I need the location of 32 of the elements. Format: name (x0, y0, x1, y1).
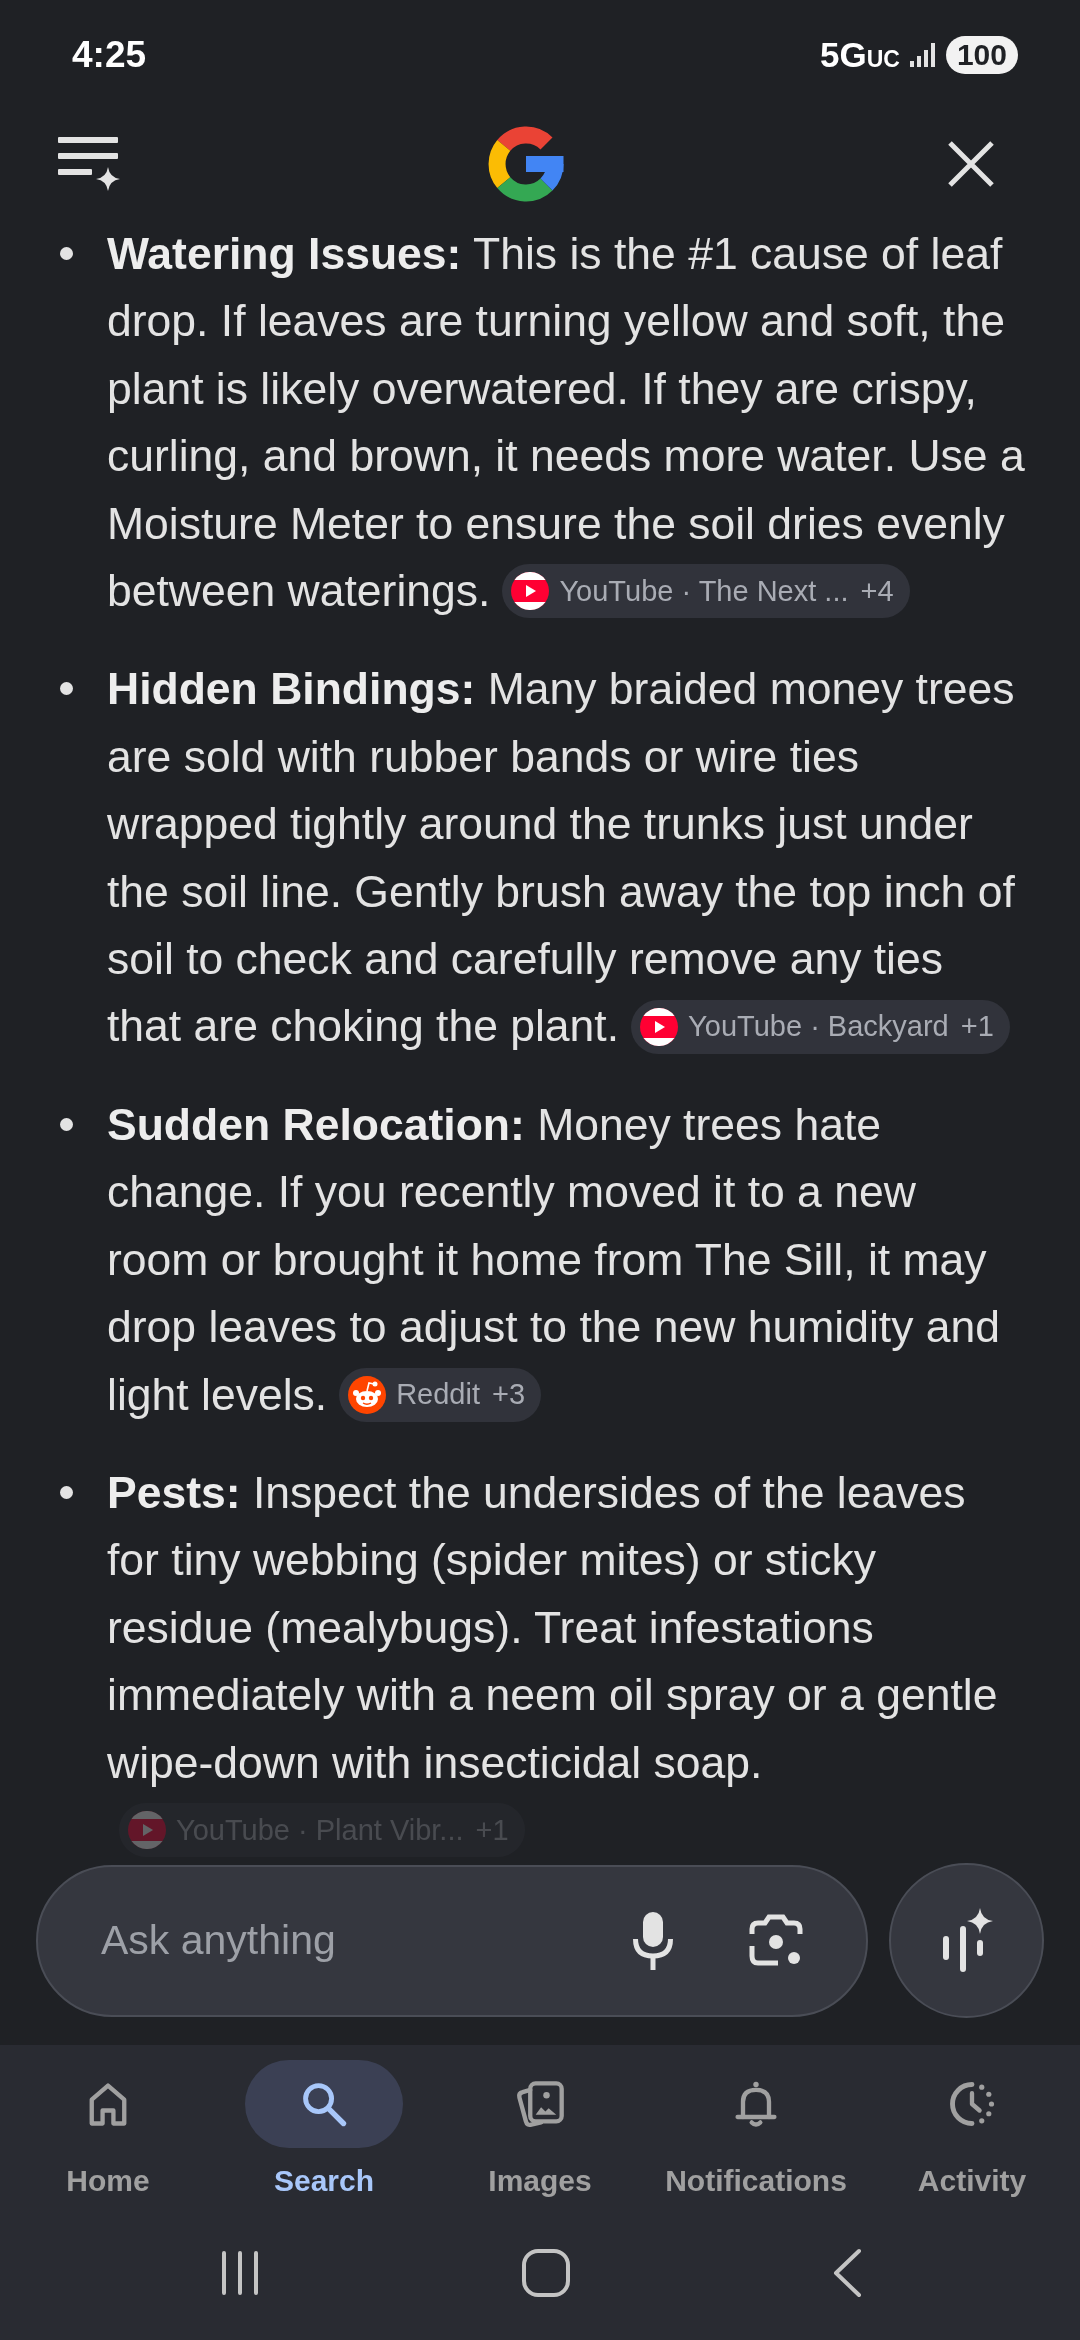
nav-tab[interactable]: Activity (864, 2060, 1080, 2215)
bullet-icon (60, 1485, 73, 1499)
sparkle-waveform-icon (940, 1907, 993, 1974)
signal-icon (909, 43, 936, 67)
images-icon (514, 2078, 566, 2130)
play-icon (640, 1007, 679, 1046)
bullet-icon (60, 682, 73, 696)
source-chip[interactable]: YouTube · The Next ... +4 (502, 564, 910, 619)
recent-apps-icon[interactable] (220, 2249, 260, 2296)
microphone-icon[interactable] (632, 1911, 674, 1970)
network-label: 5GUC (820, 35, 900, 75)
battery-level: 100 (945, 36, 1018, 74)
search-field[interactable]: Ask anything (36, 1864, 868, 2017)
bullet-icon (60, 247, 73, 260)
nav-tab[interactable]: Notifications (648, 2060, 864, 2215)
alien-face-icon (348, 1375, 387, 1414)
nav-tab[interactable]: Home (0, 2060, 216, 2215)
home-button-icon[interactable] (522, 2248, 570, 2297)
close-icon[interactable] (948, 141, 994, 187)
bullet-text: Hidden Bindings: Many braided money trees are sold with rubber bands or wire ties wrapped tightly around the trunks just under the soil line. Gently brush away the top inch of soil to check and carefully remove any ties that are choking the plant. YouTube · Backyard +1 (107, 655, 1028, 1060)
play-icon (511, 572, 550, 611)
back-icon[interactable] (832, 2247, 862, 2298)
source-chip[interactable]: Reddit +3 (339, 1367, 542, 1422)
bullet-text: Sudden Relocation: Money trees hate change. If you recently moved it to a new room or brought it home from The Sill, it may drop leaves to adjust to the new humidity and light levels. Reddit +3 (107, 1090, 1028, 1428)
nav-tab[interactable]: Search (216, 2060, 432, 2215)
status-time: 4:25 (72, 34, 147, 76)
source-chip[interactable]: YouTube · Backyard +1 (631, 999, 1010, 1054)
camera-lens-icon[interactable] (748, 1913, 804, 1968)
bullet-icon (60, 1117, 73, 1131)
play-icon (128, 1811, 166, 1850)
nav-tab[interactable]: Images (432, 2060, 648, 2215)
bullet-text: Watering Issues: This is the #1 cause of leaf drop. If leaves are turning yellow and soft, the plant is likely overwatered. If they are crispy, curling, and brown, it needs more water. Use a Moisture Meter to ensure the soil dries evenly between waterings. YouTube · The Next ... +4 (107, 220, 1028, 625)
